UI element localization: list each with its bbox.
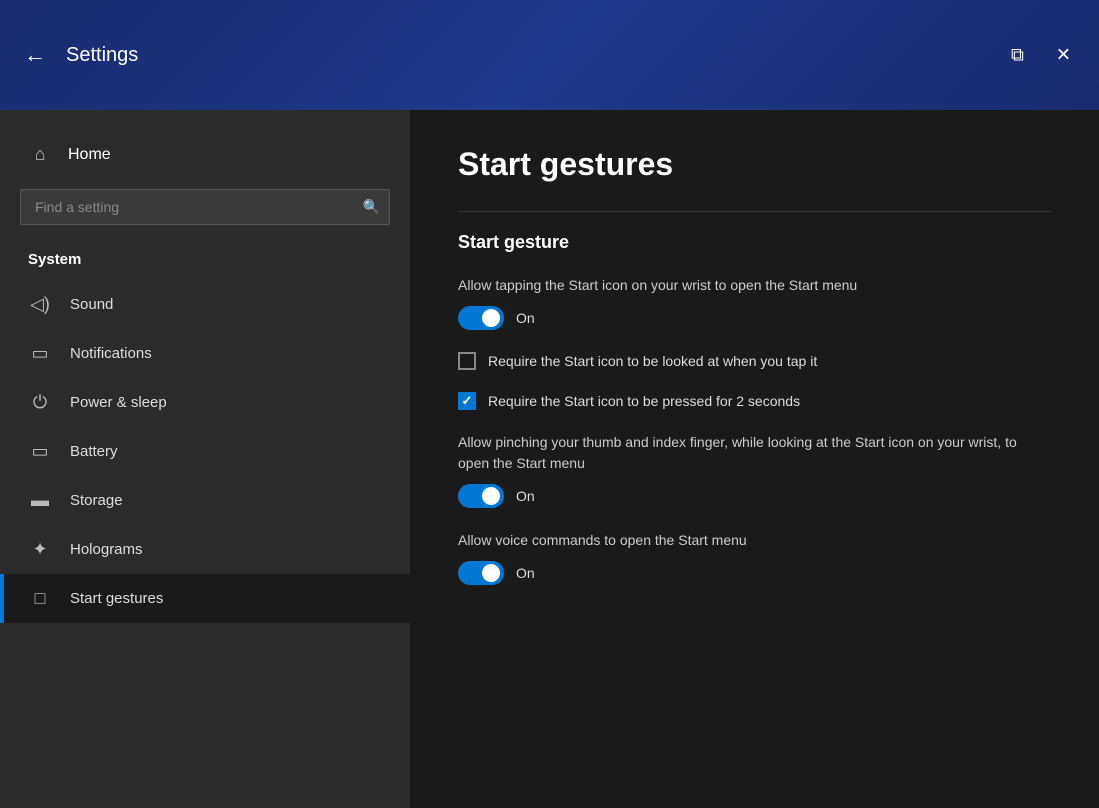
tap-start-description: Allow tapping the Start icon on your wri…: [458, 275, 1018, 296]
title-bar-controls: ⧉ ✕: [999, 37, 1083, 74]
setting-voice-start: Allow voice commands to open the Start m…: [458, 530, 1051, 585]
divider: [458, 211, 1051, 212]
notifications-icon: ▭: [28, 343, 52, 364]
setting-press-start: Require the Start icon to be pressed for…: [458, 392, 1051, 410]
sidebar-battery-label: Battery: [70, 443, 118, 460]
back-icon: ←: [24, 42, 46, 68]
home-icon: [28, 144, 52, 165]
voice-start-toggle-label: On: [516, 565, 535, 581]
page-title: Start gestures: [458, 146, 1051, 183]
power-icon: ⏻: [28, 392, 52, 413]
sidebar-item-battery[interactable]: ▭ Battery: [0, 427, 410, 476]
battery-icon: ▭: [28, 441, 52, 462]
sidebar-holograms-label: Holograms: [70, 541, 143, 558]
gestures-icon: □: [28, 588, 52, 609]
sidebar-notifications-label: Notifications: [70, 345, 152, 362]
look-start-label: Require the Start icon to be looked at w…: [488, 353, 817, 369]
sidebar-item-sound[interactable]: ◁) Sound: [0, 280, 410, 329]
voice-start-description: Allow voice commands to open the Start m…: [458, 530, 1018, 551]
sidebar-sound-label: Sound: [70, 296, 113, 313]
content-area: Start gestures Start gesture Allow tappi…: [410, 110, 1099, 808]
main-content: Home 🔍 System ◁) Sound ▭ Notifications ⏻…: [0, 110, 1099, 808]
setting-tap-start: Allow tapping the Start icon on your wri…: [458, 275, 1051, 330]
sidebar-item-home[interactable]: Home: [0, 130, 410, 179]
tap-start-toggle-label: On: [516, 310, 535, 326]
sidebar-item-holograms[interactable]: ✦ Holograms: [0, 525, 410, 574]
sidebar-item-startgestures[interactable]: □ Start gestures: [0, 574, 410, 623]
pinch-start-toggle-label: On: [516, 488, 535, 504]
close-button[interactable]: ✕: [1044, 37, 1083, 74]
look-start-checkbox[interactable]: [458, 352, 476, 370]
sidebar-item-power[interactable]: ⏻ Power & sleep: [0, 378, 410, 427]
tap-start-toggle[interactable]: [458, 306, 504, 330]
sidebar-search-container: 🔍: [20, 189, 390, 225]
setting-look-start: Require the Start icon to be looked at w…: [458, 352, 1051, 370]
press-start-checkbox-row: Require the Start icon to be pressed for…: [458, 392, 1051, 410]
press-start-checkbox[interactable]: [458, 392, 476, 410]
sidebar-item-notifications[interactable]: ▭ Notifications: [0, 329, 410, 378]
window-title: Settings: [66, 44, 138, 67]
restore-button[interactable]: ⧉: [999, 37, 1036, 74]
back-button[interactable]: ←: [24, 42, 46, 68]
sidebar: Home 🔍 System ◁) Sound ▭ Notifications ⏻…: [0, 110, 410, 808]
voice-start-toggle-row: On: [458, 561, 1051, 585]
sidebar-gestures-label: Start gestures: [70, 590, 163, 607]
press-start-label: Require the Start icon to be pressed for…: [488, 393, 800, 409]
sidebar-storage-label: Storage: [70, 492, 123, 509]
restore-icon: ⧉: [1011, 45, 1024, 66]
setting-pinch-start: Allow pinching your thumb and index fing…: [458, 432, 1051, 508]
sidebar-section-label: System: [0, 243, 410, 280]
sidebar-home-label: Home: [68, 146, 111, 164]
search-input[interactable]: [20, 189, 390, 225]
voice-start-toggle[interactable]: [458, 561, 504, 585]
pinch-start-toggle-row: On: [458, 484, 1051, 508]
sidebar-power-label: Power & sleep: [70, 394, 167, 411]
title-bar: ← Settings ⧉ ✕: [0, 0, 1099, 110]
sound-icon: ◁): [28, 294, 52, 315]
section-title: Start gesture: [458, 232, 1051, 253]
close-icon: ✕: [1056, 45, 1071, 66]
holograms-icon: ✦: [28, 539, 52, 560]
look-start-checkbox-row: Require the Start icon to be looked at w…: [458, 352, 1051, 370]
sidebar-item-storage[interactable]: ▬ Storage: [0, 476, 410, 525]
tap-start-toggle-row: On: [458, 306, 1051, 330]
search-icon: 🔍: [363, 199, 380, 216]
storage-icon: ▬: [28, 490, 52, 511]
pinch-start-toggle[interactable]: [458, 484, 504, 508]
pinch-start-description: Allow pinching your thumb and index fing…: [458, 432, 1018, 474]
